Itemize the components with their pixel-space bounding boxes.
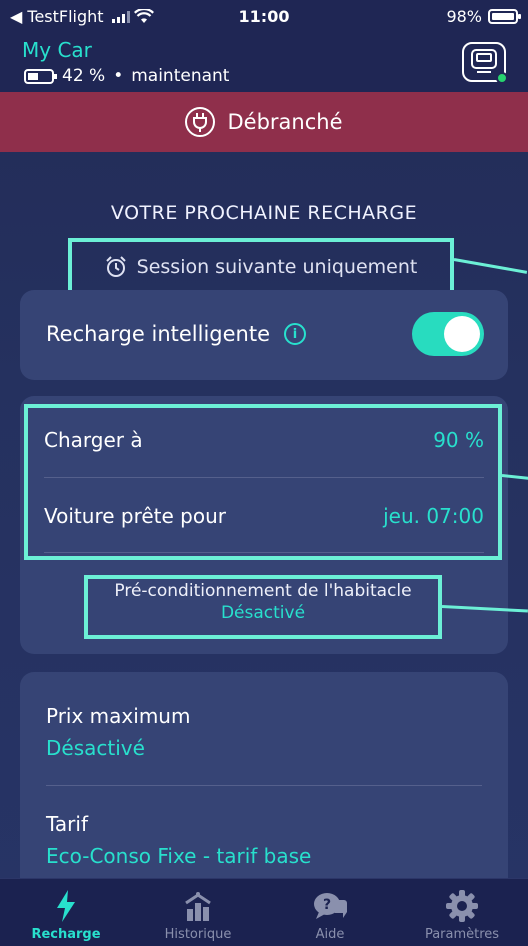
divider — [46, 785, 482, 786]
car-battery-status: 42 % • maintenant — [24, 66, 229, 86]
tariff-value[interactable]: Eco-Conso Fixe - tarif base — [46, 844, 311, 868]
next-charge-title: VOTRE PROCHAINE RECHARGE — [110, 202, 418, 224]
tab-recharge[interactable]: Recharge — [0, 879, 132, 946]
smart-charging-card: Recharge intelligente i — [20, 290, 508, 380]
help-chat-icon: ? — [314, 893, 347, 919]
max-price-label: Prix maximum — [46, 704, 191, 728]
callout-line — [453, 258, 528, 274]
charge-limit-label: Charger à — [44, 428, 143, 452]
car-header: My Car 42 % • maintenant — [0, 34, 528, 92]
max-price-value[interactable]: Désactivé — [46, 736, 145, 760]
smart-charging-label: Recharge intelligente — [46, 322, 270, 346]
battery-icon — [488, 9, 521, 24]
tab-label: Recharge — [31, 927, 101, 942]
tab-historique[interactable]: Historique — [132, 879, 264, 946]
plug-status-banner: Débranché — [0, 92, 528, 152]
status-bar: ◀ TestFlight 11:00 98% — [0, 0, 528, 34]
car-battery-percent: 42 % — [62, 66, 106, 86]
alarm-clock-icon — [105, 256, 126, 277]
svg-text:?: ? — [323, 897, 331, 913]
preconditioning-label: Pré-conditionnement de l'habitacle — [114, 581, 412, 601]
smart-charging-row: Recharge intelligente i — [46, 322, 306, 346]
ready-by-value: jeu. 07:00 — [383, 504, 484, 528]
session-mode-label: Session suivante uniquement — [136, 256, 418, 278]
status-separator: • — [113, 66, 124, 86]
last-updated: maintenant — [131, 66, 230, 86]
charger-device-button[interactable] — [462, 42, 508, 84]
battery-percent: 98% — [446, 7, 482, 26]
charge-limit-row[interactable]: Charger à 90 % — [44, 428, 484, 452]
tab-label: Historique — [164, 927, 232, 942]
charger-device-icon — [471, 49, 497, 73]
tab-bar: Recharge Historique ? Aide Paramètres — [0, 878, 528, 946]
ready-by-row[interactable]: Voiture prête pour jeu. 07:00 — [44, 504, 484, 528]
tab-label: Aide — [315, 927, 345, 942]
plug-status-label: Débranché — [227, 110, 343, 134]
ready-by-label: Voiture prête pour — [44, 504, 227, 528]
smart-charging-toggle[interactable] — [412, 312, 484, 356]
divider — [44, 552, 484, 553]
gear-icon — [446, 890, 478, 922]
divider — [44, 477, 484, 478]
history-icon — [185, 892, 211, 921]
bolt-icon — [57, 890, 75, 922]
app-screen: ◀ TestFlight 11:00 98% My Car 42 % • mai… — [0, 0, 528, 946]
preconditioning-setting[interactable]: Pré-conditionnement de l'habitacle Désac… — [84, 575, 442, 639]
car-battery-icon — [24, 68, 57, 84]
tab-label: Paramètres — [424, 927, 500, 942]
car-name[interactable]: My Car — [22, 38, 92, 62]
tab-parametres[interactable]: Paramètres — [396, 879, 528, 946]
tab-aide[interactable]: ? Aide — [264, 879, 396, 946]
preconditioning-value: Désactivé — [220, 603, 306, 623]
tariff-label: Tarif — [46, 812, 88, 836]
charge-limit-value: 90 % — [433, 428, 484, 452]
status-battery: 98% — [446, 7, 521, 26]
session-mode-selector[interactable]: Session suivante uniquement — [68, 238, 454, 296]
plug-icon — [185, 107, 216, 137]
info-icon[interactable]: i — [284, 323, 306, 345]
connected-indicator — [496, 72, 508, 84]
